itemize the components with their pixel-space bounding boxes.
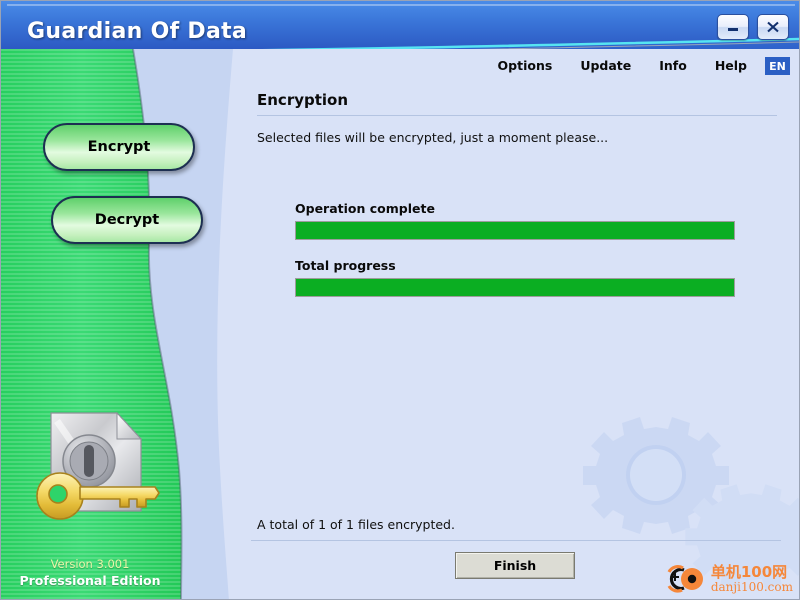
watermark-logo-icon [667,565,703,593]
window-controls [717,14,789,40]
edition-label: Professional Edition [19,573,161,588]
page-subtitle: Selected files will be encrypted, just a… [257,130,609,145]
language-badge[interactable]: EN [765,57,790,75]
watermark-cn: 单机100网 [710,563,788,582]
title-divider [257,115,777,116]
finish-button[interactable]: Finish [455,552,575,579]
operation-progress-fill [296,222,734,239]
watermark-text: 单机100网 danji100.com [710,563,793,594]
progress-section: Operation complete Total progress [295,201,735,315]
operation-progress-label: Operation complete [295,201,435,216]
total-progress-bar [295,278,735,297]
page-title: Encryption [257,91,349,109]
decrypt-button[interactable]: Decrypt [51,196,203,244]
main-content: Encryption Selected files will be encryp… [257,91,777,145]
close-button[interactable] [757,14,789,40]
application-window: Guardian Of Data Options Update Info Hel… [0,0,800,600]
menu-item-info[interactable]: Info [645,53,701,79]
site-watermark: 单机100网 danji100.com [662,563,793,595]
total-progress-fill [296,279,734,296]
operation-progress-bar [295,221,735,240]
menu-item-update[interactable]: Update [566,53,645,79]
status-text: A total of 1 of 1 files encrypted. [257,517,455,532]
app-logo [29,399,169,534]
menu-item-options[interactable]: Options [484,53,567,79]
document-key-icon [36,411,160,520]
total-progress-label: Total progress [295,258,396,273]
menu-item-help[interactable]: Help [701,53,761,79]
minimize-icon [728,28,738,31]
footer-divider [251,540,781,541]
encrypt-button[interactable]: Encrypt [43,123,195,171]
watermark-en: danji100.com [710,579,793,594]
version-label: Version 3.001 [50,557,130,571]
minimize-button[interactable] [717,14,749,40]
window-title: Guardian Of Data [27,19,248,44]
menu-bar: Options Update Info Help EN [484,53,799,79]
close-icon [767,21,779,33]
